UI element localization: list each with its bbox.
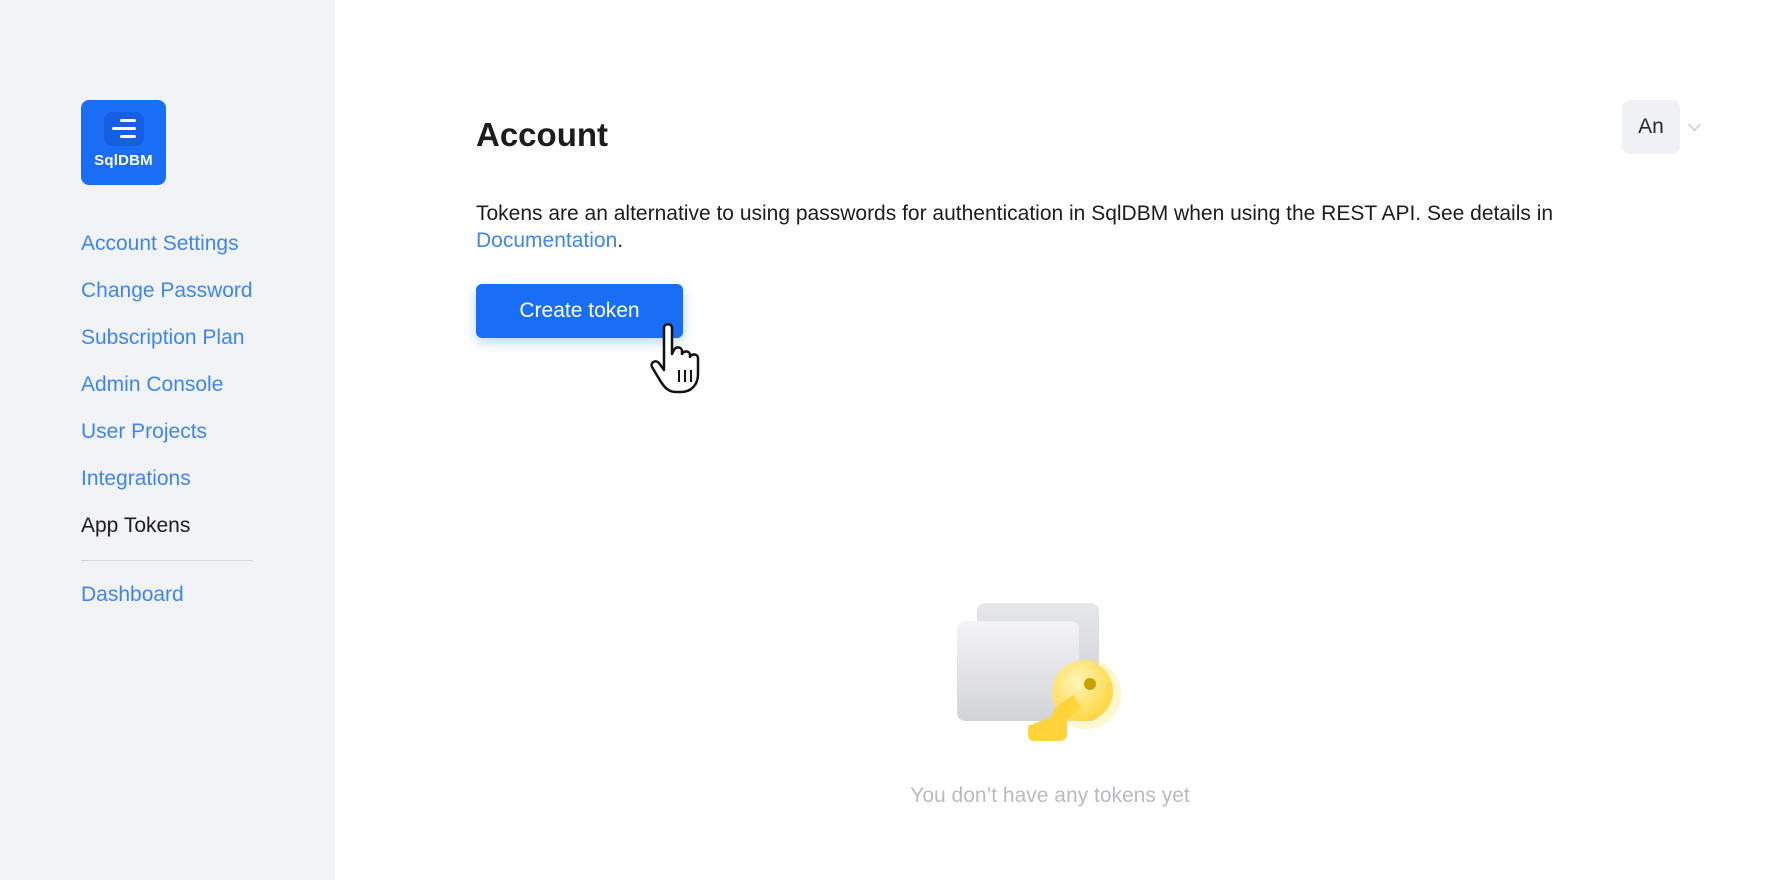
empty-state-text: You don’t have any tokens yet (910, 784, 1190, 807)
documentation-link[interactable]: Documentation (476, 229, 617, 252)
chevron-down-icon[interactable] (1688, 117, 1701, 131)
sidebar: SqlDBM Account Settings Change Password … (0, 0, 335, 880)
description-suffix: . (617, 229, 624, 252)
tokens-description: Tokens are an alternative to using passw… (476, 200, 1676, 254)
key-cards-icon (957, 603, 1121, 741)
page-title: Account (476, 116, 608, 153)
avatar[interactable]: An (1622, 100, 1680, 154)
hand-pointer-icon (650, 323, 700, 394)
sqldbm-logo[interactable]: SqlDBM (81, 100, 166, 185)
sidebar-item-admin-console[interactable]: Admin Console (81, 371, 281, 418)
user-menu[interactable]: An (1622, 100, 1701, 154)
sidebar-item-integrations[interactable]: Integrations (81, 465, 281, 512)
description-text: Tokens are an alternative to using passw… (476, 202, 1554, 225)
sidebar-divider (81, 560, 253, 561)
app-window: SqlDBM Account Settings Change Password … (0, 0, 1780, 880)
sidebar-item-subscription-plan[interactable]: Subscription Plan (81, 324, 281, 371)
sidebar-item-change-password[interactable]: Change Password (81, 277, 281, 324)
sidebar-nav: Account Settings Change Password Subscri… (81, 230, 281, 559)
sidebar-item-dashboard[interactable]: Dashboard (81, 583, 184, 607)
sidebar-item-account-settings[interactable]: Account Settings (81, 230, 281, 277)
sidebar-item-user-projects[interactable]: User Projects (81, 418, 281, 465)
sqldbm-logo-icon (103, 112, 144, 146)
sidebar-item-app-tokens[interactable]: App Tokens (81, 512, 281, 559)
logo-text: SqlDBM (94, 152, 153, 169)
